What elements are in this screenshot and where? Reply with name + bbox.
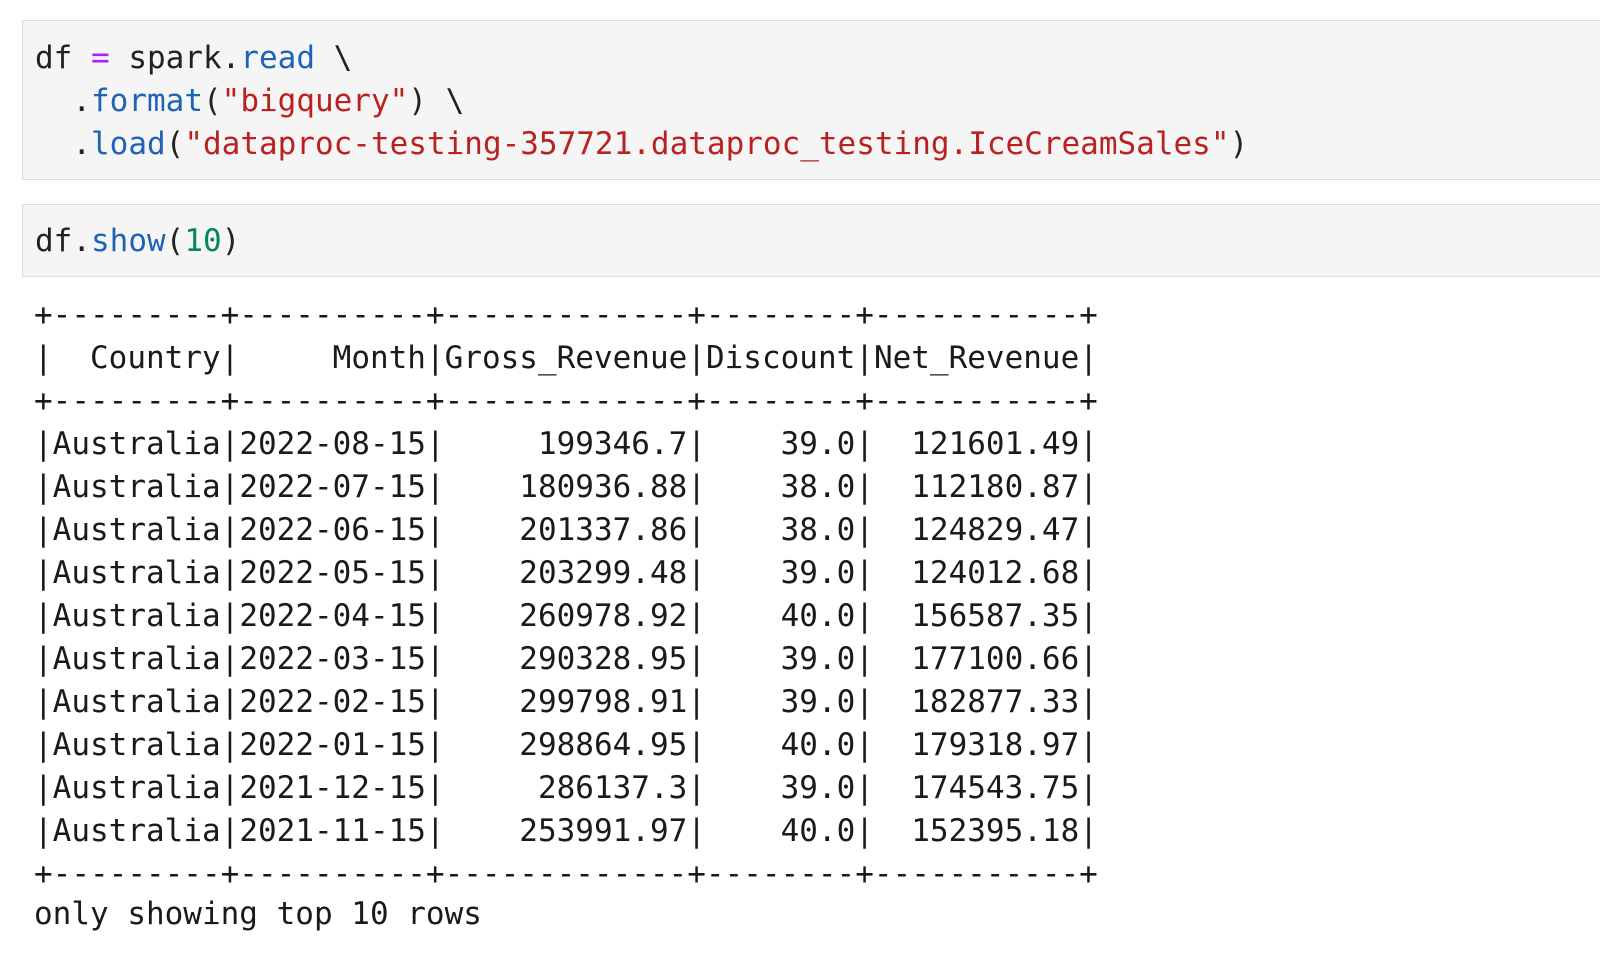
table-cell: 174543.75 [911,770,1080,806]
table-cell: 182877.33 [911,684,1080,720]
table-cell: Australia [52,770,221,806]
dataframe-output-table: +---------+----------+-------------+----… [34,297,1098,892]
table-row: |Australia|2022-08-15| 199346.7| 39.0| 1… [34,426,1098,462]
code-token: format [91,83,203,119]
code-token: show [91,223,166,259]
code-token: ( [202,83,222,119]
code-cell-load[interactable]: df = spark.read \ .format("bigquery") \ … [22,20,1600,180]
table-cell: 112180.87 [911,469,1080,505]
table-cell: 253991.97 [519,813,688,849]
table-cell: 39.0 [780,641,856,677]
table-row: |Australia|2022-05-15| 203299.48| 39.0| … [34,555,1098,591]
table-cell: Australia [52,641,221,677]
table-cell: 298864.95 [519,727,688,763]
table-cell: 2022-01-15 [239,727,426,763]
table-cell: 2022-04-15 [239,598,426,634]
code-token: ( [165,126,185,162]
code-token: df [35,40,91,76]
table-border: +---------+----------+-------------+----… [34,383,1098,419]
table-cell: 124829.47 [911,512,1080,548]
code-token: 10 [184,223,222,259]
table-border: +---------+----------+-------------+----… [34,297,1098,333]
column-header: Net_Revenue [873,340,1080,376]
table-cell: 177100.66 [911,641,1080,677]
table-cell: Australia [52,426,221,462]
table-cell: 152395.18 [911,813,1080,849]
table-cell: 39.0 [780,555,856,591]
table-cell: 39.0 [780,770,856,806]
table-cell: 180936.88 [519,469,688,505]
table-row: |Australia|2021-11-15| 253991.97| 40.0| … [34,813,1098,849]
table-cell: 121601.49 [911,426,1080,462]
table-row: |Australia|2021-12-15| 286137.3| 39.0| 1… [34,770,1098,806]
code-token: df. [35,223,91,259]
table-cell: 2021-11-15 [239,813,426,849]
code-token: ) \ [408,83,465,119]
table-cell: 2022-07-15 [239,469,426,505]
table-cell: 2022-08-15 [239,426,426,462]
table-row: |Australia|2022-07-15| 180936.88| 38.0| … [34,469,1098,505]
table-cell: 2022-02-15 [239,684,426,720]
table-cell: 201337.86 [519,512,688,548]
table-cell: 199346.7 [537,426,688,462]
table-cell: Australia [52,727,221,763]
code-token: read [240,40,315,76]
code-token: load [91,126,166,162]
table-cell: 40.0 [780,598,856,634]
column-header: Month [332,340,426,376]
table-cell: 2022-03-15 [239,641,426,677]
table-cell: Australia [52,598,221,634]
code-token: ) [221,223,241,259]
table-cell: 156587.35 [911,598,1080,634]
code-token: . [35,83,91,119]
code-token: "bigquery" [221,83,409,119]
table-row: |Australia|2022-06-15| 201337.86| 38.0| … [34,512,1098,548]
table-cell: 2021-12-15 [239,770,426,806]
table-cell: 40.0 [780,813,856,849]
table-cell: Australia [52,555,221,591]
code-token: "dataproc-testing-357721.dataproc_testin… [184,126,1230,162]
output-footer-text: only showing top 10 rows [34,896,482,932]
table-cell: Australia [52,469,221,505]
table-row: |Australia|2022-04-15| 260978.92| 40.0| … [34,598,1098,634]
table-cell: 38.0 [780,469,856,505]
table-row: |Australia|2022-01-15| 298864.95| 40.0| … [34,727,1098,763]
table-cell: 203299.48 [519,555,688,591]
code-token: ) [1229,126,1249,162]
table-cell: 260978.92 [519,598,688,634]
table-header-row: | Country| Month|Gross_Revenue|Discount|… [34,340,1098,376]
table-cell: 39.0 [780,426,856,462]
table-cell: 2022-06-15 [239,512,426,548]
table-cell: 124012.68 [911,555,1080,591]
table-cell: Australia [52,684,221,720]
code-editor[interactable]: df = spark.read \ .format("bigquery") \ … [23,21,1600,166]
table-cell: 179318.97 [911,727,1080,763]
table-cell: 299798.91 [519,684,688,720]
code-cell-show[interactable]: df.show(10) [22,204,1600,277]
table-cell: 38.0 [780,512,856,548]
code-token: \ [314,40,353,76]
table-cell: 286137.3 [537,770,688,806]
table-cell: 290328.95 [519,641,688,677]
table-row: |Australia|2022-02-15| 299798.91| 39.0| … [34,684,1098,720]
column-header: Country [90,340,221,376]
code-editor[interactable]: df.show(10) [23,205,1600,263]
table-cell: 39.0 [780,684,856,720]
table-cell: 2022-05-15 [239,555,426,591]
code-token: = [91,40,110,76]
table-cell: Australia [52,512,221,548]
table-row: |Australia|2022-03-15| 290328.95| 39.0| … [34,641,1098,677]
code-token: spark. [109,40,241,76]
code-token: . [35,126,91,162]
column-header: Discount [705,340,856,376]
table-cell: Australia [52,813,221,849]
code-token: ( [165,223,185,259]
column-header: Gross_Revenue [444,340,688,376]
table-cell: 40.0 [780,727,856,763]
